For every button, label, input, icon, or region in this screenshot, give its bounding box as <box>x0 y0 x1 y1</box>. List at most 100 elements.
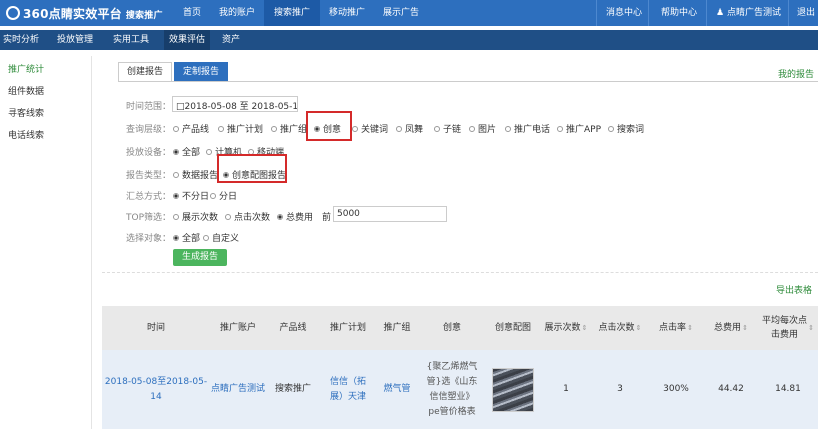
generate-report-button[interactable]: 生成报告 <box>173 249 227 266</box>
table-row: 2018-05-08至2018-05-14 点睛广告测试 搜索推广 信信（拓展）… <box>102 350 818 429</box>
radio-icon <box>210 193 216 199</box>
cell-avg-cpc: 14.81 <box>775 384 801 394</box>
topnav-account[interactable]: 我的账户 <box>212 0 262 26</box>
cell-creative: {聚乙烯燃气管}选《山东信信塑业》pe管价格表 <box>426 361 478 417</box>
summary-by-day[interactable]: 分日 <box>210 189 237 202</box>
level-product[interactable]: 产品线 <box>173 122 209 135</box>
col-total-cost[interactable]: 总费用 ⇕ <box>704 306 758 350</box>
logout-link[interactable]: 退出 <box>797 0 815 26</box>
sort-icon[interactable]: ⇕ <box>742 321 748 335</box>
time-range-label: 时间范围： <box>126 102 172 112</box>
cell-creative-image[interactable] <box>486 350 540 429</box>
level-app[interactable]: 推广APP <box>557 122 601 135</box>
top-impressions[interactable]: 展示次数 <box>173 210 218 223</box>
cell-plan[interactable]: 信信（拓展）天津 <box>320 350 376 429</box>
col-impressions[interactable]: 展示次数 ⇕ <box>540 306 592 350</box>
col-account[interactable]: 推广账户 <box>210 306 266 350</box>
summary-no-split[interactable]: 不分日 <box>173 189 209 202</box>
level-sublink[interactable]: 子链 <box>434 122 461 135</box>
brand-sub: 搜索推广 <box>125 11 163 21</box>
cell-group[interactable]: 燃气管 <box>376 350 418 429</box>
radio-icon <box>469 126 475 132</box>
col-clicks[interactable]: 点击次数 ⇕ <box>592 306 648 350</box>
col-ctr[interactable]: 点击率 ⇕ <box>648 306 704 350</box>
sort-icon[interactable]: ⇕ <box>687 321 693 335</box>
col-creative-image[interactable]: 创意配图 <box>486 306 540 350</box>
level-label: 查询层级： <box>126 125 172 135</box>
subnav-tools[interactable]: 实用工具 <box>108 30 154 50</box>
col-product[interactable]: 产品线 <box>266 306 320 350</box>
topnav-home[interactable]: 首页 <box>172 0 212 26</box>
col-creative[interactable]: 创意 <box>418 306 486 350</box>
col-time[interactable]: 时间 <box>102 306 210 350</box>
level-keyword[interactable]: 关键词 <box>352 122 388 135</box>
sidebar-item-component-data[interactable]: 组件数据 <box>8 84 44 97</box>
level-group[interactable]: 推广组 <box>271 122 307 135</box>
topnav-mobile-promo[interactable]: 移动推广 <box>320 0 374 26</box>
level-phone[interactable]: 推广电话 <box>505 122 550 135</box>
section-divider <box>102 272 818 273</box>
object-all[interactable]: 全部 <box>173 231 200 244</box>
subnav-delivery[interactable]: 投放管理 <box>52 30 98 50</box>
export-table-link[interactable]: 导出表格 <box>776 283 812 296</box>
sidebar-item-phone-leads[interactable]: 电话线索 <box>8 128 44 141</box>
top-count-input[interactable]: 5000 <box>333 206 447 222</box>
cell-product: 搜索推广 <box>274 384 311 394</box>
topnav-display-ads[interactable]: 展示广告 <box>374 0 428 26</box>
tab-custom-report[interactable]: 定制报告 <box>174 62 229 82</box>
divider <box>648 0 649 26</box>
cell-total-cost: 44.42 <box>718 384 744 394</box>
sidebar-item-leads[interactable]: 寻客线索 <box>8 106 44 119</box>
report-type-label: 报告类型： <box>126 171 172 181</box>
divider <box>596 0 597 26</box>
device-all[interactable]: 全部 <box>173 145 200 158</box>
subnav-realtime[interactable]: 实时分析 <box>0 30 42 50</box>
radio-icon <box>396 126 402 132</box>
cell-impressions: 1 <box>563 384 569 394</box>
subnav-evaluation[interactable]: 效果评估 <box>164 30 210 50</box>
messages-link[interactable]: 消息中心 <box>606 0 642 26</box>
user-icon: ♟ <box>716 8 727 18</box>
highlight-box-creative <box>306 111 352 141</box>
radio-icon <box>173 149 179 155</box>
topnav-search-promo[interactable]: 搜索推广 <box>264 0 320 26</box>
col-group[interactable]: 推广组 <box>376 306 418 350</box>
sidebar-item-promo-stats[interactable]: 推广统计 <box>8 62 44 75</box>
object-label: 选择对象： <box>126 234 172 244</box>
sort-icon[interactable]: ⇕ <box>808 321 814 335</box>
type-data-report[interactable]: 数据报告 <box>173 168 218 181</box>
radio-icon <box>218 126 224 132</box>
tab-create-report[interactable]: 创建报告 <box>118 62 173 82</box>
top-clicks[interactable]: 点击次数 <box>225 210 270 223</box>
cell-account[interactable]: 点睛广告测试 <box>210 350 266 429</box>
sub-nav: 实时分析 投放管理 实用工具 效果评估 资产 <box>0 30 818 50</box>
cell-clicks: 3 <box>617 384 623 394</box>
top-total-cost[interactable]: 总费用 <box>277 210 313 223</box>
col-avg-cpc[interactable]: 平均每次点击费用 ⇕ <box>758 306 818 350</box>
divider <box>706 0 707 26</box>
level-image[interactable]: 图片 <box>469 122 496 135</box>
pipe-thumbnail[interactable] <box>492 367 534 412</box>
radio-icon <box>557 126 563 132</box>
table-header: 时间 推广账户 产品线 推广计划 推广组 创意 创意配图 展示次数 ⇕ 点击次数 ⇕… <box>102 306 818 350</box>
logo-icon <box>6 6 20 20</box>
top-filter-label: TOP筛选： <box>126 213 172 223</box>
date-range-input[interactable]: □2018-05-08 至 2018-05-14 <box>172 96 298 112</box>
col-plan[interactable]: 推广计划 <box>320 306 376 350</box>
sort-icon[interactable]: ⇕ <box>636 321 642 335</box>
radio-icon <box>173 126 179 132</box>
object-custom[interactable]: 自定义 <box>203 231 239 244</box>
level-plan[interactable]: 推广计划 <box>218 122 263 135</box>
level-search-term[interactable]: 搜索词 <box>608 122 644 135</box>
brand-logo[interactable]: 360点睛实效平台 搜索推广 <box>6 5 163 22</box>
level-fengwu[interactable]: 凤舞 <box>396 122 423 135</box>
subnav-assets[interactable]: 资产 <box>216 30 246 50</box>
cell-time[interactable]: 2018-05-08至2018-05-14 <box>102 350 210 429</box>
account-menu[interactable]: ♟ 点睛广告测试 <box>716 0 781 26</box>
radio-icon <box>352 126 358 132</box>
my-reports-link[interactable]: 我的报告 <box>778 67 814 80</box>
sort-icon[interactable]: ⇕ <box>582 321 588 335</box>
help-link[interactable]: 帮助中心 <box>661 0 697 26</box>
radio-icon <box>608 126 614 132</box>
top-prefix: 前 <box>322 213 332 223</box>
